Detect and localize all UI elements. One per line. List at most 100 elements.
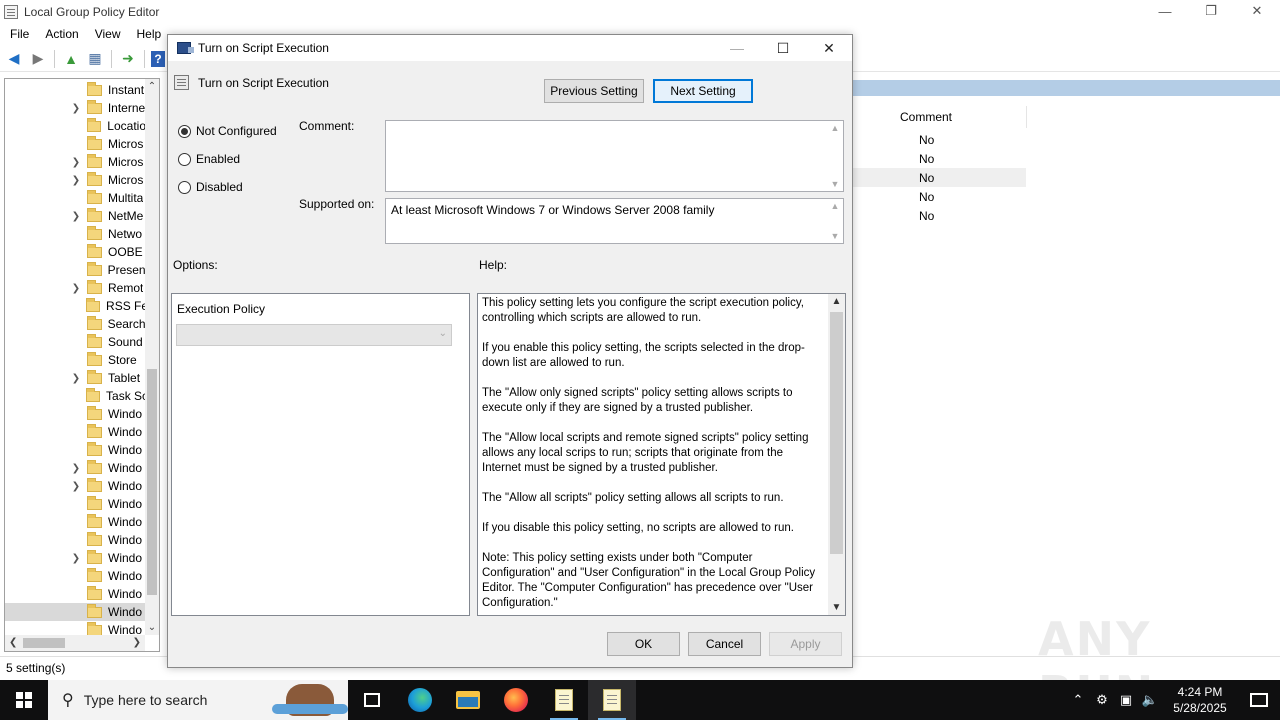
tree-item[interactable]: ❯ Micros <box>5 171 145 189</box>
notepad-taskbar-button[interactable] <box>540 680 588 720</box>
tree-item[interactable]: OOBE <box>5 243 145 261</box>
expand-chevron-icon[interactable]: ❯ <box>69 283 83 294</box>
main-restore-button[interactable]: ❐ <box>1188 0 1234 22</box>
column-separator[interactable] <box>1026 106 1027 128</box>
tree-item[interactable]: RSS Fe <box>5 297 145 315</box>
tree-item[interactable]: ❯ Tablet <box>5 369 145 387</box>
tree-item[interactable]: Search <box>5 315 145 333</box>
radio-not-configured[interactable]: Not Configured <box>178 124 277 138</box>
tree-item[interactable]: Task Sc <box>5 387 145 405</box>
expand-chevron-icon[interactable]: ❯ <box>69 103 83 114</box>
tree-item[interactable]: Sound <box>5 333 145 351</box>
chevron-up-icon[interactable]: ⌃ <box>1066 692 1090 708</box>
tree-item[interactable]: Windo <box>5 495 145 513</box>
radio-circle[interactable] <box>178 180 191 194</box>
start-button[interactable] <box>0 680 48 720</box>
tree-item[interactable]: Windo <box>5 423 145 441</box>
radio-disabled[interactable]: Disabled <box>178 180 243 194</box>
chevron-up-icon[interactable]: ▲ <box>828 296 845 307</box>
main-minimize-button[interactable]: — <box>1142 0 1188 22</box>
tree-horizontal-scrollbar[interactable]: ❮ ❯ <box>5 635 145 651</box>
task-view-button[interactable] <box>348 680 396 720</box>
tree-item[interactable]: Micros <box>5 135 145 153</box>
network-icon[interactable]: ⚙ <box>1090 692 1114 708</box>
expand-chevron-icon[interactable]: ❯ <box>69 373 83 384</box>
chevron-up-icon[interactable]: ▲ <box>827 201 843 211</box>
menu-action[interactable]: Action <box>37 27 86 41</box>
help-scroll-thumb[interactable] <box>830 312 843 554</box>
previous-setting-button[interactable]: Previous Setting <box>544 79 644 103</box>
gpedit-taskbar-button[interactable] <box>588 680 636 720</box>
dialog-maximize-button[interactable]: ☐ <box>760 35 806 61</box>
tree-scroll-thumb[interactable] <box>147 369 157 595</box>
expand-chevron-icon[interactable]: ❯ <box>69 553 83 564</box>
tree-item[interactable]: ❯ Windo <box>5 549 145 567</box>
tree-item[interactable]: ❯ Windo <box>5 477 145 495</box>
list-row[interactable]: No <box>852 130 1026 149</box>
help-scrollbar[interactable]: ▲ ▼ <box>828 294 845 615</box>
comment-scrollbar[interactable]: ▲ ▼ <box>827 121 843 191</box>
execution-policy-dropdown[interactable]: ⌄ <box>176 324 452 346</box>
chevron-up-icon[interactable]: ▲ <box>827 123 843 133</box>
show-hide-tree-icon[interactable]: ▦ <box>85 49 105 69</box>
file-explorer-taskbar-button[interactable] <box>444 680 492 720</box>
chevron-down-icon[interactable]: ▼ <box>828 602 845 613</box>
chevron-down-icon[interactable]: ▼ <box>827 231 843 241</box>
expand-chevron-icon[interactable]: ❯ <box>69 211 83 222</box>
list-row[interactable]: No <box>852 187 1026 206</box>
menu-file[interactable]: File <box>2 27 37 41</box>
tree-item[interactable]: Locatio <box>5 117 145 135</box>
volume-icon[interactable]: 🔈 <box>1138 692 1162 708</box>
supported-scrollbar[interactable]: ▲ ▼ <box>827 199 843 243</box>
tree-item[interactable]: Windo <box>5 585 145 603</box>
expand-chevron-icon[interactable]: ❯ <box>69 175 83 186</box>
comment-textbox[interactable]: ▲ ▼ <box>385 120 844 192</box>
chevron-left-icon[interactable]: ❮ <box>9 635 17 651</box>
radio-circle[interactable] <box>178 124 191 138</box>
tree-item[interactable]: Store <box>5 351 145 369</box>
tree-item[interactable]: Windo <box>5 405 145 423</box>
tree-item[interactable]: Netwo <box>5 225 145 243</box>
tree-item[interactable]: Instant <box>5 81 145 99</box>
tree-item[interactable]: ❯ NetMe <box>5 207 145 225</box>
tree-item[interactable]: Multita <box>5 189 145 207</box>
menu-view[interactable]: View <box>87 27 129 41</box>
up-folder-icon[interactable]: ▲ <box>61 49 81 69</box>
help-icon[interactable]: ? <box>151 50 165 67</box>
clock[interactable]: 4:24 PM 5/28/2025 <box>1162 684 1238 716</box>
tree-hscroll-thumb[interactable] <box>23 638 65 648</box>
menu-help[interactable]: Help <box>129 27 170 41</box>
cancel-button[interactable]: Cancel <box>688 632 761 656</box>
radio-enabled[interactable]: Enabled <box>178 152 240 166</box>
back-arrow-icon[interactable]: ◀ <box>4 49 24 69</box>
notification-center-button[interactable] <box>1238 693 1280 707</box>
tree-pane[interactable]: Instant ❯ Interne Locatio Micros ❯ Micros ❯ Micr… <box>4 78 160 652</box>
taskbar-search-box[interactable]: ⚲ Type here to search <box>48 680 348 720</box>
tree-item[interactable]: ❯ Windo <box>5 459 145 477</box>
expand-chevron-icon[interactable]: ❯ <box>69 463 83 474</box>
tree-item[interactable]: ❯ Interne <box>5 99 145 117</box>
tree-item[interactable]: Windo <box>5 441 145 459</box>
expand-chevron-icon[interactable]: ❯ <box>69 481 83 492</box>
tree-item[interactable]: Windo <box>5 603 145 621</box>
chevron-down-icon[interactable]: ▼ <box>827 179 843 189</box>
radio-circle[interactable] <box>178 152 191 166</box>
next-setting-button[interactable]: Next Setting <box>653 79 753 103</box>
tree-item[interactable]: Windo <box>5 513 145 531</box>
dialog-minimize-button[interactable]: — <box>714 35 760 61</box>
tree-item[interactable]: Windo <box>5 567 145 585</box>
chevron-right-icon[interactable]: ❯ <box>133 635 141 651</box>
edge-taskbar-button[interactable] <box>396 680 444 720</box>
apply-button[interactable]: Apply <box>769 632 842 656</box>
expand-chevron-icon[interactable]: ❯ <box>69 157 83 168</box>
tree-item[interactable]: Windo <box>5 531 145 549</box>
tree-vertical-scrollbar[interactable]: ⌃ ⌄ <box>145 79 159 635</box>
firefox-taskbar-button[interactable] <box>492 680 540 720</box>
chevron-down-icon[interactable]: ⌄ <box>145 622 159 633</box>
monitor-icon[interactable]: ▣ <box>1114 692 1138 708</box>
list-row[interactable]: No <box>852 168 1026 187</box>
export-list-icon[interactable]: ➜ <box>118 49 138 69</box>
chevron-up-icon[interactable]: ⌃ <box>145 81 159 92</box>
main-close-button[interactable]: ✕ <box>1234 0 1280 22</box>
ok-button[interactable]: OK <box>607 632 680 656</box>
